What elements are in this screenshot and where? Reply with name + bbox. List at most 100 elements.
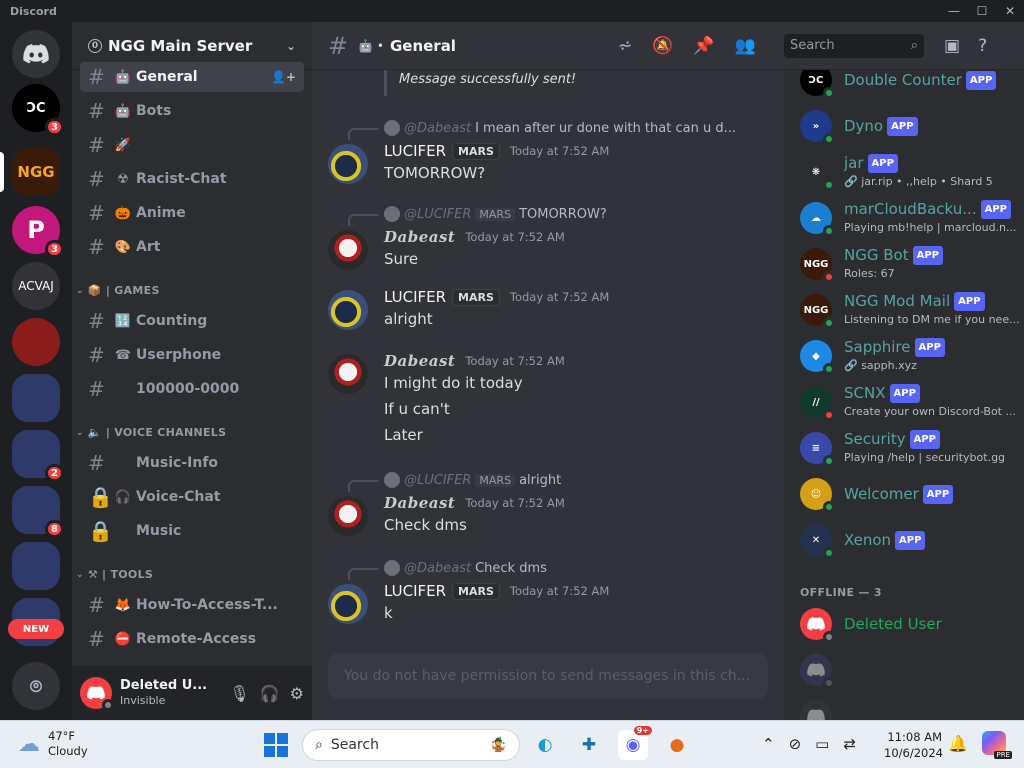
avatar xyxy=(800,700,832,720)
search-input[interactable]: Search ⌕ xyxy=(784,33,924,58)
gear-icon[interactable]: ⚙ xyxy=(290,684,304,703)
channel-item[interactable]: # 🎃 Anime xyxy=(80,198,304,228)
pin-icon[interactable]: 📌 xyxy=(693,36,714,56)
p-server-icon[interactable]: P 3 xyxy=(12,206,64,258)
chevron-up-icon[interactable]: ⌃ xyxy=(762,735,775,753)
headphones-icon[interactable]: 🎧 xyxy=(260,684,280,703)
mute-bell-icon[interactable]: 🔕 xyxy=(652,36,673,56)
channel-item[interactable]: # ⛔ Remote-Access xyxy=(80,624,304,654)
app-badge: APP xyxy=(895,530,926,550)
red-server-icon[interactable] xyxy=(12,318,60,366)
discord-home-icon[interactable] xyxy=(12,30,60,78)
member-item[interactable]: ❋ jar APP 🔗 jar.rip • ,,help • Shard 5 xyxy=(800,150,1020,194)
channel-item[interactable]: # Music-Info xyxy=(80,448,304,478)
reply-preview[interactable]: @LUCIFER MARS alright xyxy=(384,472,561,488)
close-button[interactable]: ✕ xyxy=(996,0,1024,22)
firefox-icon[interactable]: ● xyxy=(662,730,692,760)
member-activity: Listening to DM me if you nee... xyxy=(844,313,1020,326)
acvaj-server-icon[interactable]: ACVAJ xyxy=(12,262,60,310)
copilot-icon[interactable]: PRE xyxy=(982,731,1012,759)
message-input[interactable]: You do not have permission to send messa… xyxy=(328,654,768,698)
avatar[interactable] xyxy=(328,230,368,270)
taskbar-search[interactable]: ⌕ Search 🤹 xyxy=(302,729,520,761)
reply-preview[interactable]: @Dabeast Check dms xyxy=(384,560,547,576)
channel-category[interactable]: ⌄ ⚒ | TOOLS xyxy=(76,568,153,581)
member-list-icon[interactable]: 👥 xyxy=(735,36,756,56)
member-item[interactable]: // SCNX APP Create your own Discord-Bot ... xyxy=(800,380,1020,424)
reply-avatar xyxy=(384,120,400,136)
member-item[interactable]: ◆ Sapphire APP 🔗 sapph.xyz xyxy=(800,334,1020,378)
channel-item[interactable]: # 🤖 Bots xyxy=(80,96,304,126)
message-author[interactable]: LUCIFER xyxy=(384,288,446,306)
channel-item[interactable]: # 🎨 Art xyxy=(80,232,304,262)
discord-taskbar-icon[interactable]: ◉ 9+ xyxy=(618,726,652,760)
member-item[interactable]: ✕ Xenon APP xyxy=(800,518,1020,562)
channel-item[interactable]: # 🚀 xyxy=(80,130,304,160)
member-name: SCNX xyxy=(844,384,886,402)
minimize-button[interactable]: — xyxy=(940,0,968,22)
avatar[interactable] xyxy=(328,144,368,184)
avatar[interactable] xyxy=(328,496,368,536)
clock[interactable]: 11:08 AM 10/6/2024 xyxy=(884,729,943,761)
avatar[interactable] xyxy=(328,584,368,624)
avatar[interactable] xyxy=(80,677,114,711)
member-item[interactable]: » Dyno APP xyxy=(800,104,1020,148)
reply-preview[interactable]: @Dabeast I mean after ur done with that c… xyxy=(384,120,736,136)
member-item[interactable]: NGG NGG Mod Mail APP Listening to DM me if … xyxy=(800,288,1020,332)
language-icon[interactable]: ⇄ xyxy=(843,735,856,753)
mention-badge: 3 xyxy=(45,118,64,136)
help-icon[interactable]: ? xyxy=(978,36,987,56)
app-badge: APP xyxy=(867,154,898,173)
server-folder-icon[interactable] xyxy=(12,374,60,422)
channel-item[interactable]: #100000-0000 xyxy=(80,374,304,404)
member-item[interactable]: ƆC Double Counter APP xyxy=(800,70,1020,102)
channel-item[interactable]: # ☢ Racist-Chat xyxy=(80,164,304,194)
channel-name: Music xyxy=(136,523,182,539)
member-item[interactable]: ☺ Welcomer APP xyxy=(800,472,1020,516)
channel-item[interactable]: 🔒 🎧 Voice-Chat xyxy=(80,482,304,512)
server-folder-icon[interactable]: 2 xyxy=(12,430,64,482)
reply-preview[interactable]: @LUCIFER MARS TOMORROW? xyxy=(384,206,607,222)
add-member-icon[interactable]: 👤+ xyxy=(271,70,296,84)
channel-category[interactable]: ⌄ 🔈 | VOICE CHANNELS xyxy=(76,426,226,439)
edge-icon[interactable]: ◐ xyxy=(530,730,560,760)
double-counter-server-icon[interactable]: ƆC 3 xyxy=(12,84,64,136)
avatar[interactable] xyxy=(328,290,368,330)
message-author[interactable]: Dabeast xyxy=(384,494,455,512)
channel-item[interactable]: # 🤖 General 👤+ xyxy=(80,62,304,92)
message-author[interactable]: LUCIFER xyxy=(384,142,446,160)
microphone-icon[interactable]: 🎙 xyxy=(229,684,249,703)
display-icon[interactable]: ▭ xyxy=(815,735,829,753)
maximize-button[interactable]: ☐ xyxy=(968,0,996,22)
channel-item[interactable]: # ☎ Userphone xyxy=(80,340,304,370)
message-author[interactable]: LUCIFER xyxy=(384,582,446,600)
channel-item[interactable]: # 🔢 Counting xyxy=(80,306,304,336)
channel-item[interactable]: 🔒 Music xyxy=(80,516,304,546)
inbox-icon[interactable]: ▣ xyxy=(944,36,960,56)
message-author[interactable]: Dabeast xyxy=(384,228,455,246)
start-button[interactable] xyxy=(264,733,288,757)
mention-badge: 2 xyxy=(45,464,64,482)
threads-icon[interactable]: ⩫ xyxy=(618,36,632,56)
member-item[interactable]: Deleted User xyxy=(800,602,1020,646)
member-item[interactable] xyxy=(800,648,1020,692)
avatar[interactable] xyxy=(328,354,368,394)
notification-bell-icon[interactable]: 🔔 xyxy=(948,734,968,753)
channel-category[interactable]: ⌄ 📦 | GAMES xyxy=(76,284,160,297)
member-item[interactable]: NGG NGG Bot APP Roles: 67 xyxy=(800,242,1020,286)
reply-text: I mean after ur done with that can u d..… xyxy=(475,120,736,136)
xbox-icon[interactable]: ✚ xyxy=(574,730,604,760)
explore-servers-icon[interactable]: ⌾ xyxy=(12,662,60,710)
ngg-server-icon[interactable]: NGG xyxy=(12,148,60,196)
message-author[interactable]: Dabeast xyxy=(384,352,455,370)
member-item[interactable]: ☁ marCloudBacku... APP Playing mb!help | ma… xyxy=(800,196,1020,240)
network-icon[interactable]: ⊘ xyxy=(789,735,802,753)
weather-widget[interactable]: ☁ 47°F Cloudy xyxy=(18,729,88,759)
channel-name: Racist-Chat xyxy=(136,171,227,187)
member-item[interactable]: ≡ Security APP Playing /help | securitybot.… xyxy=(800,426,1020,470)
member-item[interactable] xyxy=(800,694,1020,720)
channel-topbar: # 🤖 • General ⩫ 🔕 📌 👥 Search ⌕ ▣ ? xyxy=(312,22,1024,70)
server-folder-icon[interactable] xyxy=(12,542,60,590)
server-folder-icon[interactable]: 8 xyxy=(12,486,64,538)
channel-item[interactable]: # 🦊 How-To-Access-T... xyxy=(80,590,304,620)
